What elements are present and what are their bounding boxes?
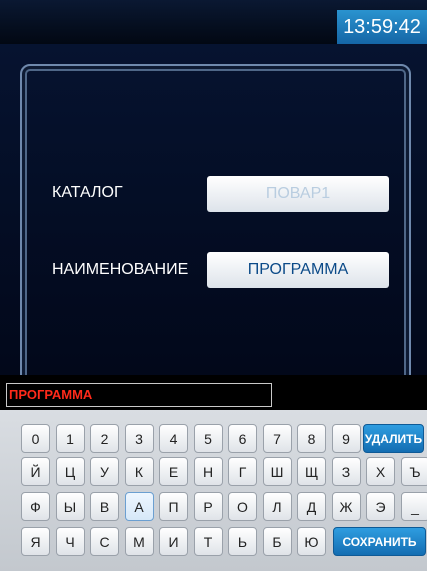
key-row4-8[interactable]: Ю	[297, 527, 326, 556]
key-digit-8[interactable]: 8	[297, 424, 326, 453]
key-digit-0[interactable]: 0	[21, 424, 50, 453]
key-row2-10[interactable]: Х	[366, 457, 395, 486]
onscreen-keyboard: 0 1 2 3 4 5 6 7 8 9 УДАЛИТЬ Й Ц У К Е Н Г Ш Щ З Х Ъ Ф Ы В А П Р О Л Д Ж Э…	[0, 410, 427, 571]
key-digit-4[interactable]: 4	[159, 424, 188, 453]
key-digit-1[interactable]: 1	[55, 424, 85, 453]
name-field[interactable]: ПРОГРАММА	[207, 252, 389, 288]
key-row3-2[interactable]: В	[90, 492, 119, 521]
catalog-field[interactable]: ПОВАР1	[207, 176, 389, 212]
key-row2-7[interactable]: Ш	[262, 457, 292, 486]
save-button[interactable]: СОХРАНИТЬ	[333, 527, 426, 556]
key-digit-2[interactable]: 2	[90, 424, 119, 453]
key-row3-6[interactable]: О	[228, 492, 257, 521]
key-row4-4[interactable]: И	[159, 527, 188, 556]
key-row4-5[interactable]: Т	[193, 527, 223, 556]
key-row4-0[interactable]: Я	[21, 527, 50, 556]
key-digit-9[interactable]: 9	[331, 424, 361, 453]
key-row3-8[interactable]: Д	[297, 492, 326, 521]
key-row4-7[interactable]: Б	[262, 527, 292, 556]
clock: 13:59:42	[337, 10, 427, 44]
key-row3-5[interactable]: Р	[193, 492, 223, 521]
key-row2-2[interactable]: У	[90, 457, 119, 486]
key-row2-11[interactable]: Ъ	[400, 457, 427, 486]
key-row3-9[interactable]: Ж	[331, 492, 361, 521]
key-row4-3[interactable]: М	[124, 527, 154, 556]
name-label: НАИМЕНОВАНИЕ	[52, 261, 189, 278]
key-row4-1[interactable]: Ч	[55, 527, 85, 556]
key-digit-6[interactable]: 6	[228, 424, 257, 453]
key-digit-3[interactable]: 3	[124, 424, 154, 453]
delete-button[interactable]: УДАЛИТЬ	[363, 424, 424, 453]
key-row2-1[interactable]: Ц	[55, 457, 85, 486]
key-row2-8[interactable]: Щ	[297, 457, 326, 486]
key-row2-9[interactable]: З	[331, 457, 361, 486]
catalog-label: КАТАЛОГ	[52, 184, 123, 201]
key-row2-0[interactable]: Й	[21, 457, 50, 486]
text-editor-input[interactable]: ПРОГРАММА	[6, 383, 272, 407]
key-row3-1[interactable]: Ы	[55, 492, 85, 521]
key-row2-6[interactable]: Г	[228, 457, 257, 486]
key-row3-0[interactable]: Ф	[21, 492, 50, 521]
key-row2-5[interactable]: Н	[193, 457, 223, 486]
panel-frame	[20, 64, 411, 394]
key-row3-10[interactable]: Э	[366, 492, 395, 521]
key-row3-11[interactable]: _	[400, 492, 427, 521]
key-digit-7[interactable]: 7	[262, 424, 292, 453]
key-digit-5[interactable]: 5	[193, 424, 223, 453]
key-row3-7[interactable]: Л	[262, 492, 292, 521]
key-row4-2[interactable]: С	[90, 527, 119, 556]
key-row3-3[interactable]: А	[124, 492, 154, 521]
top-bar: 13:59:42	[0, 0, 427, 44]
key-row2-3[interactable]: К	[124, 457, 154, 486]
key-row2-4[interactable]: Е	[159, 457, 188, 486]
key-row4-6[interactable]: Ь	[228, 527, 257, 556]
key-row3-4[interactable]: П	[159, 492, 188, 521]
